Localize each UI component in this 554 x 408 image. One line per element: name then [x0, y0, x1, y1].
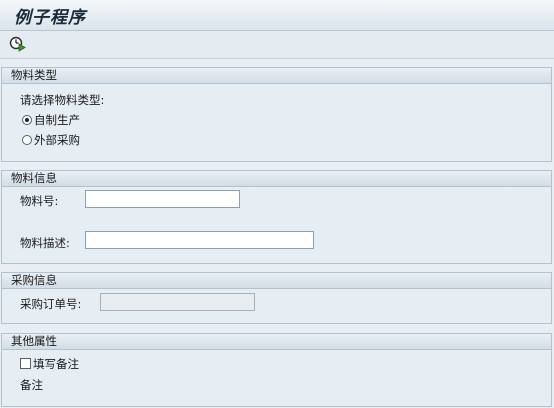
material-info-header: 物料信息: [2, 171, 551, 187]
purchase-order-input[interactable]: [100, 293, 255, 311]
in-house-production-label[interactable]: 自制生产: [34, 112, 80, 128]
fill-remark-checkbox[interactable]: [20, 358, 31, 369]
execute-button[interactable]: [8, 34, 28, 54]
external-procurement-label[interactable]: 外部采购: [34, 132, 80, 148]
fill-remark-label[interactable]: 填写备注: [33, 356, 79, 372]
other-attributes-header: 其他属性: [2, 334, 551, 350]
execute-clock-icon: [9, 36, 26, 52]
material-type-header: 物料类型: [2, 68, 551, 84]
purchase-info-group: 采购信息 采购订单号:: [1, 272, 552, 324]
material-number-input[interactable]: [85, 190, 240, 208]
other-attributes-group: 其他属性 填写备注 备注: [1, 333, 552, 407]
radio-selected-dot: [25, 118, 29, 122]
material-description-label: 物料描述:: [20, 236, 70, 250]
purchase-info-header: 采购信息: [2, 273, 551, 289]
material-info-group: 物料信息 物料号: 物料描述:: [1, 170, 552, 264]
material-description-input[interactable]: [85, 231, 314, 249]
material-type-group: 物料类型 请选择物料类型: 自制生产 外部采购: [1, 67, 552, 162]
page-title: 例子程序: [14, 8, 86, 28]
radio-in-house-production[interactable]: [22, 115, 32, 125]
application-toolbar: [0, 31, 554, 59]
material-number-label: 物料号:: [20, 194, 59, 208]
remark-label: 备注: [20, 378, 43, 392]
radio-external-procurement[interactable]: [22, 135, 32, 145]
purchase-order-label: 采购订单号:: [20, 297, 82, 311]
title-bar: 例子程序: [0, 0, 554, 31]
material-type-prompt: 请选择物料类型:: [20, 93, 105, 107]
